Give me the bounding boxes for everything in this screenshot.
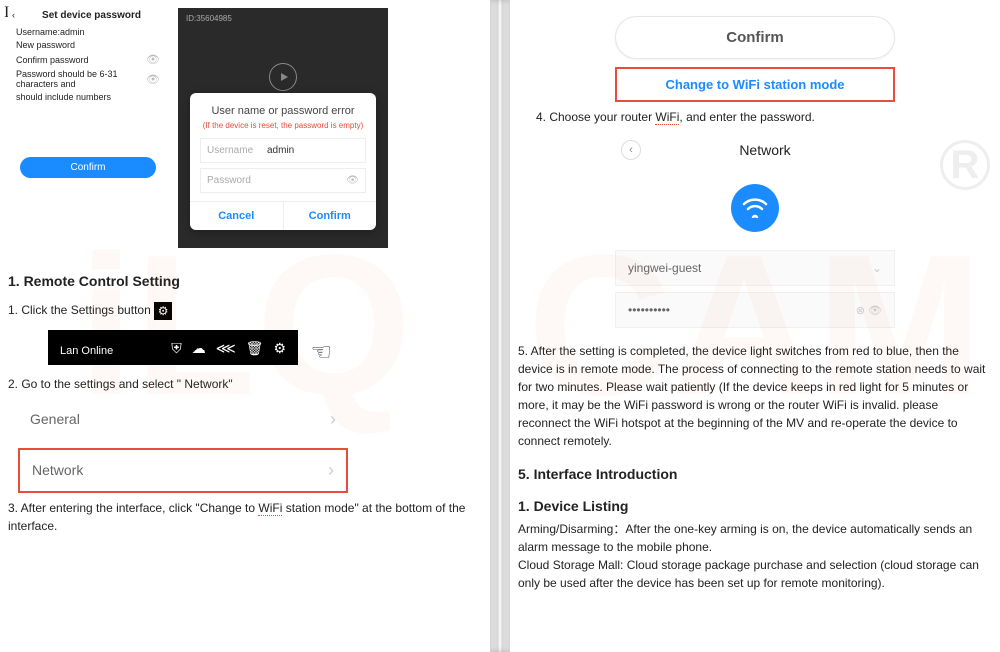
password-field[interactable]: •••••••••• ⊗ 👁 [615,292,895,328]
password-field[interactable]: Password 👁 [200,168,366,193]
chevron-right-icon: › [330,409,336,430]
confirm-button[interactable]: Confirm [284,202,377,230]
step-2: 2. Go to the settings and select " Netwo… [8,375,482,393]
general-row[interactable]: General › [18,399,348,440]
eye-icon: 👁 [146,73,160,86]
registered-mark: R [940,140,990,190]
confirm-button[interactable]: Confirm [20,157,156,178]
status-bar-screenshot: Lan Online ⛨ ☁ ⋘ 🗑 ⚙ ☜ [48,330,298,365]
username-field[interactable]: Username admin [200,138,366,163]
device-id: ID:35604985 [178,8,388,29]
confirm-pill[interactable]: Confirm [615,16,895,59]
pointing-hand-icon: ☜ [310,338,332,367]
dialog-hint: (If the device is reset, the password is… [200,121,366,130]
page-spine [490,0,510,652]
set-password-screenshot: ‹ Set device password Username:admin New… [8,8,168,248]
back-icon: ‹ [12,10,15,20]
cloud-icon: ☁ [192,340,206,357]
step-3: 3. After entering the interface, click "… [8,499,482,535]
step-4: 4. Choose your router WiFi, and enter th… [536,108,992,126]
settings-icon: ⚙ [154,302,172,320]
hint-line2: should include numbers [16,92,111,102]
eye-icon: 👁 [346,175,359,186]
dialog-title: User name or password error [200,105,366,117]
confpw-label: Confirm password [16,55,89,65]
eye-icon: 👁 [146,53,160,66]
screen-title: Set device password [8,10,168,21]
play-icon [269,63,297,91]
step-5: 5. After the setting is completed, the d… [518,342,992,450]
network-row[interactable]: Network › [18,448,348,493]
error-dialog-screenshot: ID:35604985 User name or password error … [178,8,388,248]
share-icon: ⋘ [216,340,236,357]
lan-status: Lan Online [60,345,113,357]
wifi-icon [731,184,779,232]
network-screenshot: ‹ Network yingwei-guest ⌄ •••••••••• ⊗ 👁 [615,134,895,328]
chevron-right-icon: › [328,460,334,481]
left-page: iLQ ‹ Set device password Username:admin… [0,0,490,652]
listing-body: Arming/Disarming：After the one-key armin… [518,520,992,592]
ssid-field[interactable]: yingwei-guest ⌄ [615,250,895,286]
username-label: Username:admin [16,27,85,37]
change-mode-button[interactable]: Change to WiFi station mode [615,67,895,102]
device-listing-heading: 1. Device Listing [518,498,992,514]
cancel-button[interactable]: Cancel [190,202,284,230]
network-title: Network [641,142,889,158]
interface-heading: 5. Interface Introduction [518,466,992,482]
eye-icon: ⊗ 👁 [856,304,882,317]
back-icon[interactable]: ‹ [621,140,641,160]
section-heading: 1. Remote Control Setting [8,273,482,289]
right-page: CAM R Confirm Change to WiFi station mod… [510,0,1000,652]
chevron-down-icon: ⌄ [872,261,882,275]
step-1: 1. Click the Settings button ⚙ [8,301,482,320]
error-dialog: User name or password error (If the devi… [190,93,376,230]
shield-icon: ⛨ [171,340,182,357]
gear-icon: ⚙ [273,340,286,357]
trash-icon: 🗑 [246,340,264,357]
newpw-label: New password [16,40,75,50]
hint-line1: Password should be 6-31 characters and [16,69,146,89]
